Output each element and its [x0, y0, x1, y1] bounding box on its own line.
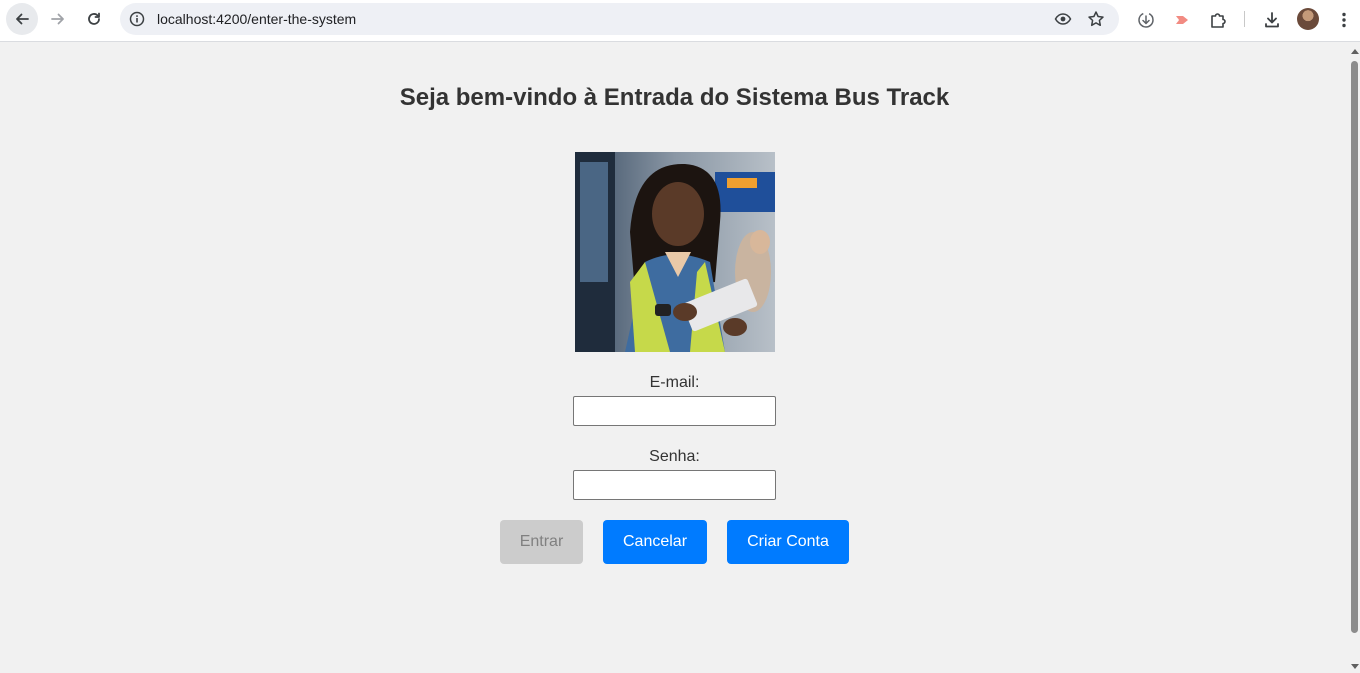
create-account-button[interactable]: Criar Conta	[727, 520, 849, 564]
scroll-thumb[interactable]	[1351, 61, 1358, 633]
puzzle-icon[interactable]	[1206, 8, 1230, 32]
browser-toolbar: localhost:4200/enter-the-system	[0, 0, 1360, 42]
star-icon[interactable]	[1086, 9, 1106, 29]
password-label: Senha:	[649, 448, 700, 465]
arrow-right-icon	[51, 13, 64, 25]
reload-icon	[88, 12, 100, 25]
forward-button[interactable]	[42, 3, 74, 35]
extension-red-icon[interactable]	[1170, 8, 1194, 32]
email-field[interactable]	[573, 396, 776, 426]
email-label: E-mail:	[649, 374, 700, 391]
scroll-down-arrow-icon[interactable]	[1351, 664, 1359, 669]
more-menu-icon[interactable]	[1332, 8, 1356, 32]
eye-icon[interactable]	[1053, 9, 1073, 29]
toolbar-divider	[1244, 11, 1245, 27]
reload-button[interactable]	[78, 3, 110, 35]
password-field[interactable]	[573, 470, 776, 500]
page-title: Seja bem-vindo à Entrada do Sistema Bus …	[399, 84, 950, 111]
download-circle-icon[interactable]	[1134, 8, 1158, 32]
page-scrollbar[interactable]	[1349, 43, 1360, 673]
cancel-button[interactable]: Cancelar	[603, 520, 707, 564]
site-info-icon[interactable]	[128, 10, 146, 28]
download-icon[interactable]	[1260, 8, 1284, 32]
inspector-photo	[575, 152, 775, 352]
scroll-up-arrow-icon[interactable]	[1351, 49, 1359, 54]
url-text[interactable]: localhost:4200/enter-the-system	[157, 11, 356, 27]
enter-button[interactable]: Entrar	[500, 520, 583, 564]
back-button[interactable]	[6, 3, 38, 35]
profile-avatar[interactable]	[1297, 8, 1319, 30]
address-bar[interactable]: localhost:4200/enter-the-system	[120, 3, 1119, 35]
arrow-left-icon	[16, 13, 29, 25]
